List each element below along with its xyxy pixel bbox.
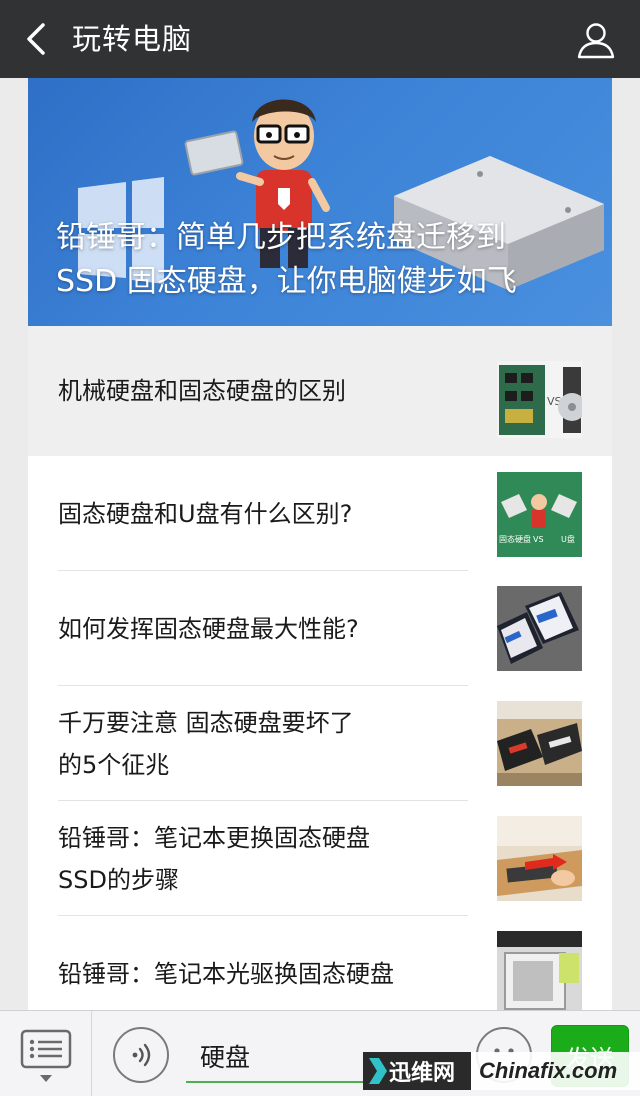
arrow-logo-icon (369, 1058, 387, 1084)
back-button[interactable] (16, 18, 56, 60)
hero-article-title: 铅锤哥：简单几步把系统盘迁移到 SSD 固态硬盘，让你电脑健步如飞 (56, 216, 576, 304)
list-item[interactable]: 固态硬盘和U盘有什么区别? 固态硬盘 VS U盘 (28, 456, 612, 571)
chevron-left-icon (27, 23, 45, 55)
article-title-line-2: 的5个征兆 (58, 750, 170, 779)
svg-text:U盘: U盘 (561, 534, 575, 544)
ssd-vs-usb-thumbnail: 固态硬盘 VS U盘 (497, 472, 582, 557)
watermark: 迅维网 Chinafix.com (363, 1051, 640, 1091)
ssd-drives-thumbnail (497, 586, 582, 671)
voice-input-button[interactable] (113, 1027, 169, 1083)
voice-icon (132, 1043, 151, 1067)
article-title-text: 铅锤哥：笔记本光驱换固态硬盘 (58, 959, 394, 988)
profile-button[interactable] (574, 18, 618, 62)
article-title: 固态硬盘和U盘有什么区别? (58, 456, 468, 571)
hero-article[interactable]: 铅锤哥：简单几步把系统盘迁移到 SSD 固态硬盘，让你电脑健步如飞 (28, 78, 612, 326)
article-title-text: 如何发挥固态硬盘最大性能? (58, 614, 359, 643)
laptop-ssd-install-thumbnail (497, 816, 582, 901)
list-item[interactable]: 机械硬盘和固态硬盘的区别 VS (28, 326, 612, 456)
article-title-text: 固态硬盘和U盘有什么区别? (58, 499, 353, 528)
article-list-card: 铅锤哥：简单几步把系统盘迁移到 SSD 固态硬盘，让你电脑健步如飞 机械硬盘和固… (28, 78, 612, 1010)
ssd-vs-hdd-thumbnail: VS (497, 361, 582, 438)
watermark-left: 迅维网 (363, 1052, 471, 1090)
watermark-right-text: Chinafix.com (471, 1052, 640, 1090)
article-title-line-1: 铅锤哥：笔记本更换固态硬盘 (58, 823, 370, 852)
article-title: 铅锤哥：笔记本更换固态硬盘 SSD的步骤 (58, 801, 468, 916)
list-item[interactable]: 铅锤哥：笔记本光驱换固态硬盘 (28, 916, 612, 1010)
watermark-left-text: 迅维网 (389, 1061, 456, 1086)
article-title: 机械硬盘和固态硬盘的区别 (58, 326, 468, 456)
article-title: 如何发挥固态硬盘最大性能? (58, 571, 468, 686)
article-title-line-2: SSD的步骤 (58, 865, 179, 894)
ssd-boxes-thumbnail (497, 701, 582, 786)
svg-text:VS: VS (533, 535, 544, 544)
list-item[interactable]: 铅锤哥：笔记本更换固态硬盘 SSD的步骤 (28, 801, 612, 916)
menu-toggle-button[interactable] (0, 1011, 92, 1096)
article-title-line-1: 千万要注意 固态硬盘要坏了 (58, 708, 354, 737)
page-title: 玩转电脑 (72, 22, 193, 56)
top-navigation-bar: 玩转电脑 (0, 0, 640, 78)
article-title-text: 机械硬盘和固态硬盘的区别 (58, 377, 346, 405)
article-title: 千万要注意 固态硬盘要坏了 的5个征兆 (58, 686, 468, 801)
list-item[interactable]: 千万要注意 固态硬盘要坏了 的5个征兆 (28, 686, 612, 801)
article-list: 机械硬盘和固态硬盘的区别 VS 固态硬盘和U盘有什么区别? 固态硬盘 VS U盘… (28, 326, 612, 1010)
hero-title-line-1: 铅锤哥：简单几步把系统盘迁移到 (56, 220, 506, 255)
user-icon (577, 23, 615, 59)
list-item[interactable]: 如何发挥固态硬盘最大性能? (28, 571, 612, 686)
hero-title-line-2: SSD 固态硬盘，让你电脑健步如飞 (56, 264, 517, 299)
optical-bay-caddy-thumbnail (497, 931, 582, 1010)
article-title: 铅锤哥：笔记本光驱换固态硬盘 (58, 916, 468, 1010)
svg-text:固态硬盘: 固态硬盘 (499, 534, 531, 544)
list-menu-icon (20, 1029, 72, 1082)
